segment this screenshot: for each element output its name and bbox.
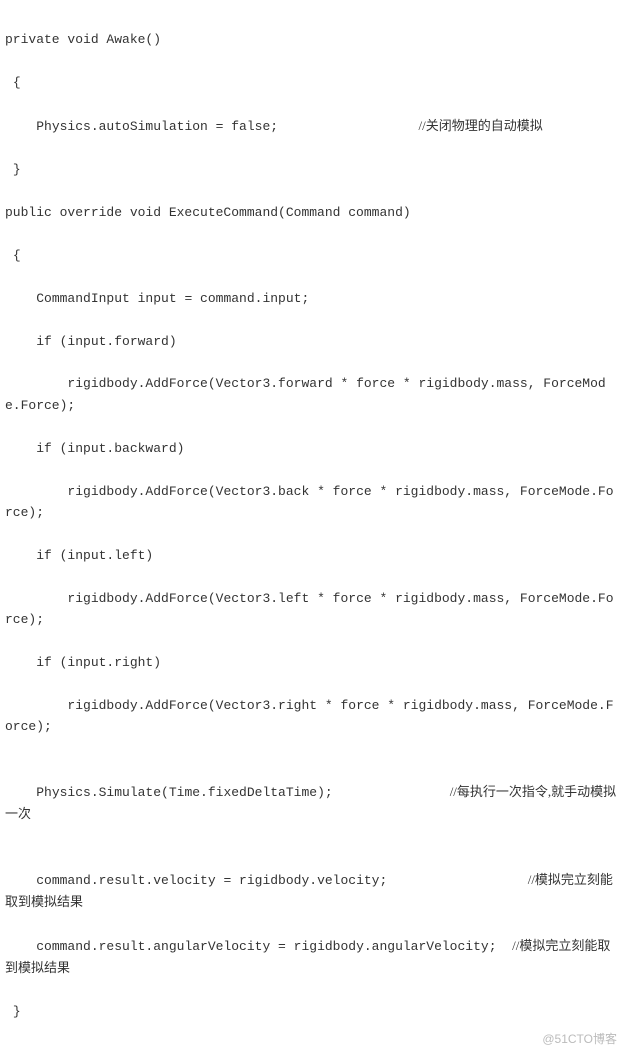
- code-text: command.result.angularVelocity = rigidbo…: [5, 939, 512, 954]
- code-line: {: [5, 72, 618, 93]
- code-line: rigidbody.AddForce(Vector3.forward * for…: [5, 373, 618, 416]
- code-line: Physics.Simulate(Time.fixedDeltaTime); /…: [5, 781, 618, 826]
- code-line: command.result.velocity = rigidbody.velo…: [5, 869, 618, 914]
- code-snippet: private void Awake() { Physics.autoSimul…: [5, 8, 618, 1044]
- watermark-text: @51CTO博客: [542, 1030, 617, 1050]
- code-line: }: [5, 1001, 618, 1022]
- code-line: {: [5, 245, 618, 266]
- code-comment: //关闭物理的自动模拟: [418, 118, 542, 133]
- code-line: if (input.backward): [5, 438, 618, 459]
- code-line: rigidbody.AddForce(Vector3.back * force …: [5, 481, 618, 524]
- code-line: }: [5, 159, 618, 180]
- code-line: CommandInput input = command.input;: [5, 288, 618, 309]
- code-text: Physics.Simulate(Time.fixedDeltaTime);: [5, 785, 450, 800]
- code-line: if (input.left): [5, 545, 618, 566]
- code-line: if (input.right): [5, 652, 618, 673]
- code-line: public override void ExecuteCommand(Comm…: [5, 202, 618, 223]
- code-text: command.result.velocity = rigidbody.velo…: [5, 873, 528, 888]
- code-line: Physics.autoSimulation = false; //关闭物理的自…: [5, 115, 618, 137]
- code-line: command.result.angularVelocity = rigidbo…: [5, 935, 618, 980]
- code-line: rigidbody.AddForce(Vector3.right * force…: [5, 695, 618, 738]
- code-line: rigidbody.AddForce(Vector3.left * force …: [5, 588, 618, 631]
- code-line: private void Awake(): [5, 29, 618, 50]
- code-line: if (input.forward): [5, 331, 618, 352]
- code-text: Physics.autoSimulation = false;: [5, 119, 418, 134]
